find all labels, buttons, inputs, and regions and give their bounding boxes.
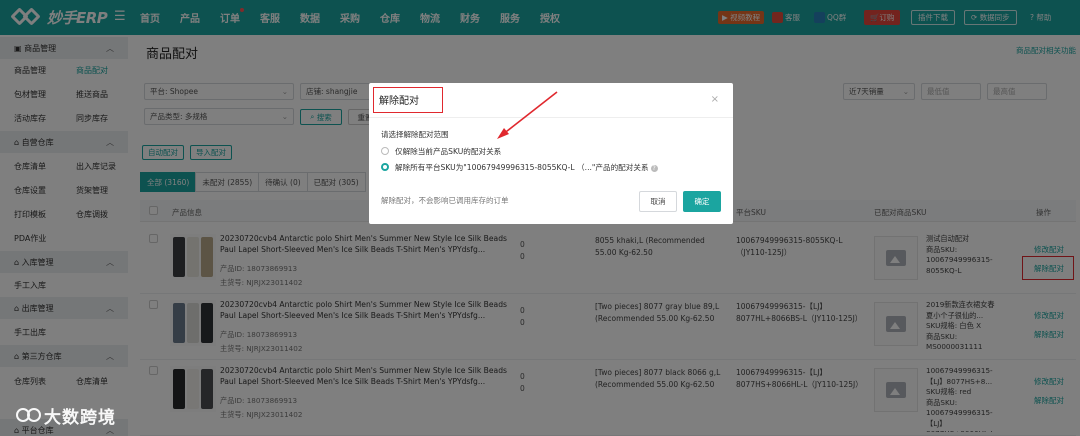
watermark-logo-icon xyxy=(16,408,41,422)
watermark: 大数跨境 xyxy=(14,402,116,428)
annotation-arrow xyxy=(497,91,558,139)
